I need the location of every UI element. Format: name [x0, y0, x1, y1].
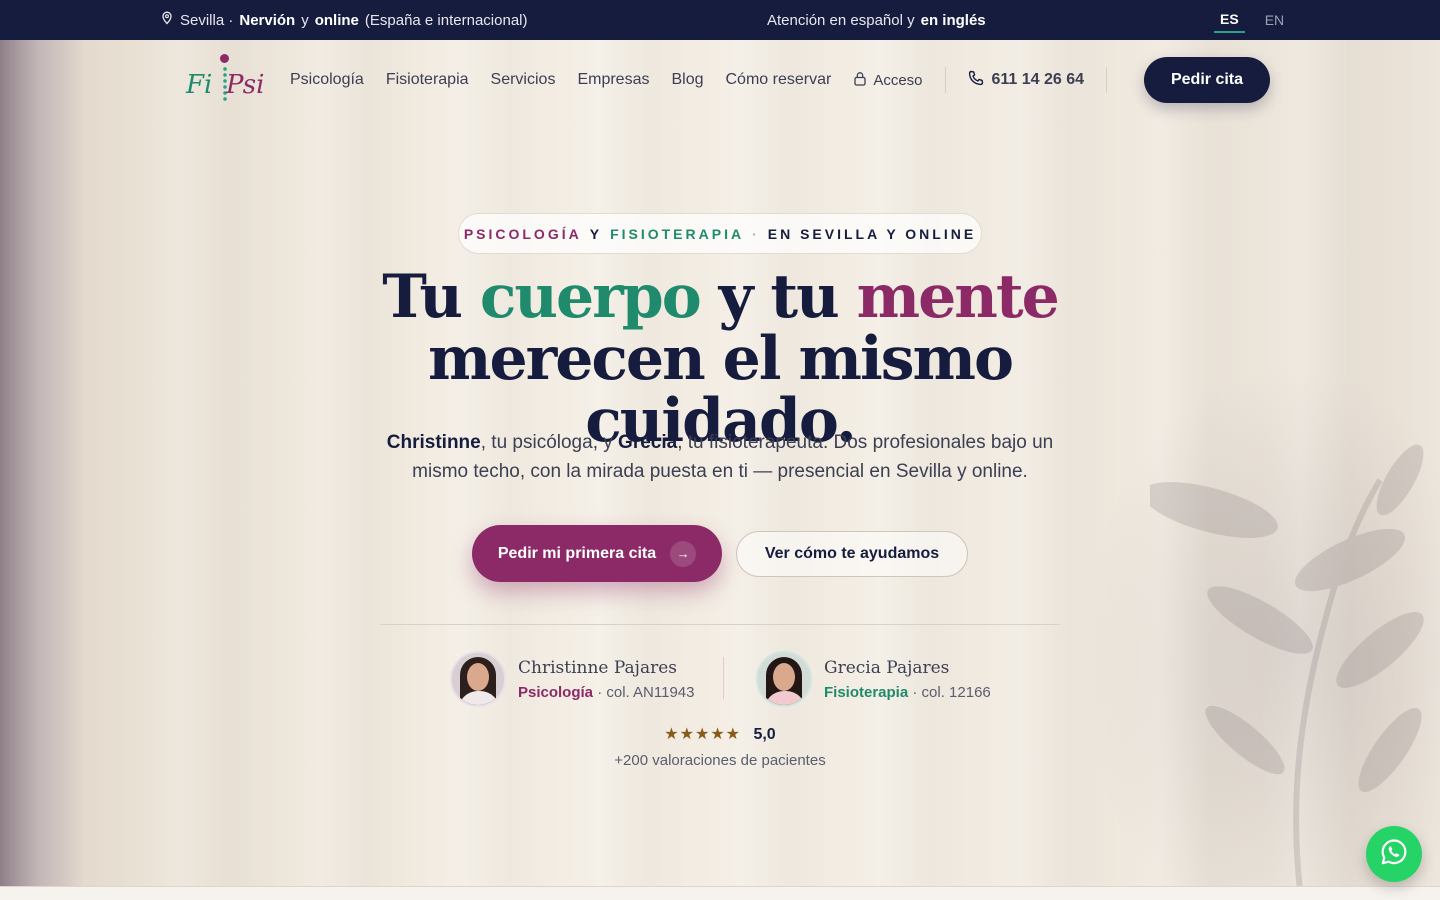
professional-grecia: Grecia Pajares Fisioterapia · col. 12166: [756, 650, 991, 708]
hero-lead: Christinne, tu psicóloga, y Grecia, tu f…: [380, 428, 1060, 486]
location-scope: (España e internacional): [364, 11, 528, 29]
nav-item-empresas[interactable]: Empresas: [577, 71, 649, 89]
nav-item-psicologia[interactable]: Psicología: [290, 71, 364, 89]
nav-divider: [944, 67, 946, 93]
location-info: Sevilla · Nervión y online (España e int…: [160, 0, 528, 40]
bottom-edge: [0, 886, 1440, 900]
whatsapp-icon: [1379, 837, 1409, 872]
access-label: Acceso: [873, 71, 923, 89]
language-en[interactable]: EN: [1259, 8, 1290, 32]
professional-name: Christinne Pajares: [518, 657, 678, 678]
lead-text1: , tu psicóloga, y: [480, 432, 613, 453]
primera-cita-button[interactable]: Pedir mi primera cita →: [472, 525, 722, 582]
nav-item-como-reservar[interactable]: Cómo reservar: [726, 71, 832, 89]
attention-info: Atención en español y en inglés: [767, 0, 986, 40]
rating-score: 5,0: [753, 726, 776, 743]
pill-y: Y: [589, 225, 603, 242]
location-online: online: [314, 11, 359, 29]
role-label: Fisioterapia: [824, 683, 909, 701]
phone-link[interactable]: 611 14 26 64: [968, 70, 1085, 91]
professional-role: Fisioterapia · col. 12166: [824, 684, 991, 701]
rating: ★★★★★ 5,0 +200 valoraciones de pacientes: [600, 724, 840, 769]
phone-icon: [968, 70, 984, 91]
pedir-cita-button[interactable]: Pedir cita: [1144, 57, 1270, 103]
headline-ytu: y tu: [718, 262, 840, 332]
pill-psicologia: PSICOLOGÍA: [463, 225, 582, 242]
hero-headline: Tu cuerpo y tu mente merecen el mismo cu…: [360, 266, 1080, 452]
college-number: · col. 12166: [912, 683, 991, 701]
top-bar: Sevilla · Nervión y online (España e int…: [0, 0, 1440, 40]
attention-text: Atención en español y: [767, 11, 915, 29]
attention-english: en inglés: [920, 11, 986, 29]
professional-name: Grecia Pajares: [824, 657, 950, 678]
language-es[interactable]: ES: [1214, 7, 1245, 33]
access-link[interactable]: Acceso: [853, 71, 923, 90]
location-connector: y: [301, 11, 309, 29]
people-divider: [723, 657, 724, 699]
professional-role: Psicología · col. AN11943: [518, 684, 694, 701]
star-icons: ★★★★★: [664, 726, 741, 743]
professional-christinne: Christinne Pajares Psicología · col. AN1…: [450, 650, 694, 708]
location-city: Sevilla ·: [180, 11, 234, 29]
headline-cuerpo: cuerpo: [479, 262, 702, 332]
language-switcher: ES EN: [1214, 0, 1290, 40]
pill-dot: ·: [752, 225, 760, 242]
whatsapp-button[interactable]: [1366, 826, 1422, 882]
main-nav: Psicología Fisioterapia Servicios Empres…: [290, 60, 1108, 100]
logo[interactable]: Fi Psi: [186, 52, 268, 108]
ver-como-ayudamos-button[interactable]: Ver cómo te ayudamos: [736, 531, 968, 577]
avatar: [450, 651, 506, 707]
rating-reviews: +200 valoraciones de pacientes: [614, 752, 826, 769]
primera-cita-label: Pedir mi primera cita: [497, 544, 657, 562]
role-label: Psicología: [518, 683, 594, 701]
nav-item-servicios[interactable]: Servicios: [491, 71, 556, 89]
pill-fisioterapia: FISIOTERAPIA: [610, 225, 745, 242]
headline-tu: Tu: [382, 262, 463, 332]
location-pin-icon: [160, 11, 174, 29]
specialty-pill: PSICOLOGÍA Y FISIOTERAPIA · EN SEVILLA Y…: [458, 213, 982, 254]
hero-divider: [380, 624, 1060, 625]
college-number: · col. AN11943: [597, 683, 695, 701]
headline-mente: mente: [856, 262, 1060, 332]
lock-icon: [853, 71, 867, 90]
lead-name-grecia: Grecia: [618, 432, 678, 453]
logo-fi: Fi: [186, 70, 213, 100]
lead-name-christinne: Christinne: [386, 432, 481, 453]
phone-number: 611 14 26 64: [991, 71, 1085, 88]
nav-divider-2: [1106, 67, 1108, 93]
pill-location: EN SEVILLA Y ONLINE: [767, 225, 977, 242]
nav-item-blog[interactable]: Blog: [671, 71, 703, 89]
location-area: Nervión: [239, 11, 296, 29]
arrow-right-icon: →: [670, 540, 697, 567]
logo-psi: Psi: [226, 70, 265, 100]
plant-shadow-decoration: [1150, 444, 1424, 890]
nav-item-fisioterapia[interactable]: Fisioterapia: [386, 71, 469, 89]
logo-dot: [220, 54, 229, 63]
avatar: [756, 651, 812, 707]
